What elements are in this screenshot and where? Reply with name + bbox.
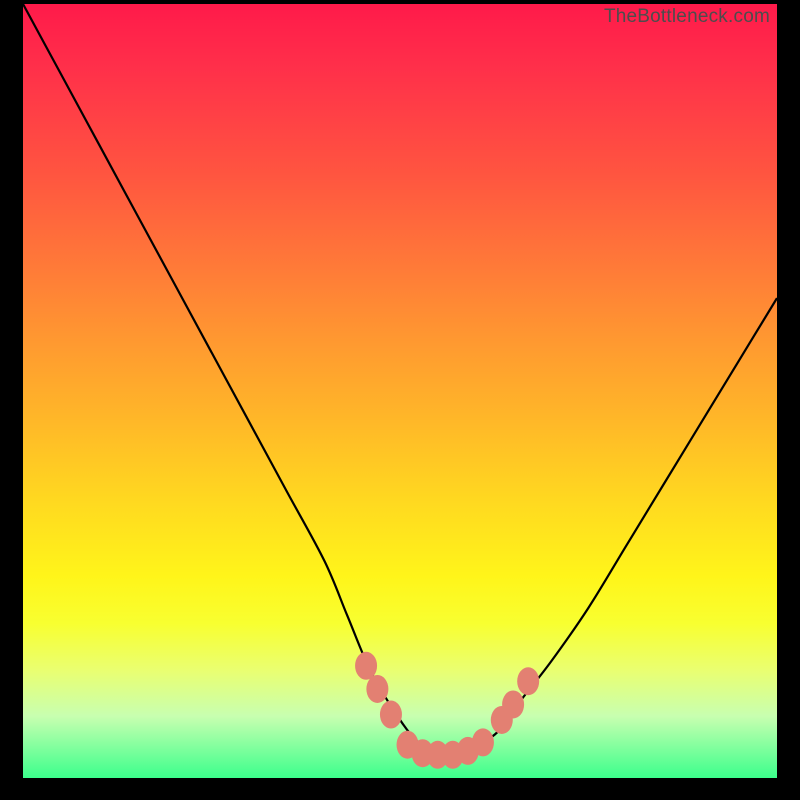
curve-bead [366, 675, 388, 703]
attribution-text: TheBottleneck.com [604, 6, 770, 28]
chart-plot-area [23, 4, 777, 778]
curve-bead [472, 728, 494, 756]
curve-bead [380, 701, 402, 729]
curve-bead [517, 667, 539, 695]
curve-beads-group [355, 652, 539, 769]
bottleneck-curve-line [23, 4, 777, 756]
bottleneck-curve-svg [23, 4, 777, 778]
curve-bead [502, 690, 524, 718]
curve-bead [355, 652, 377, 680]
